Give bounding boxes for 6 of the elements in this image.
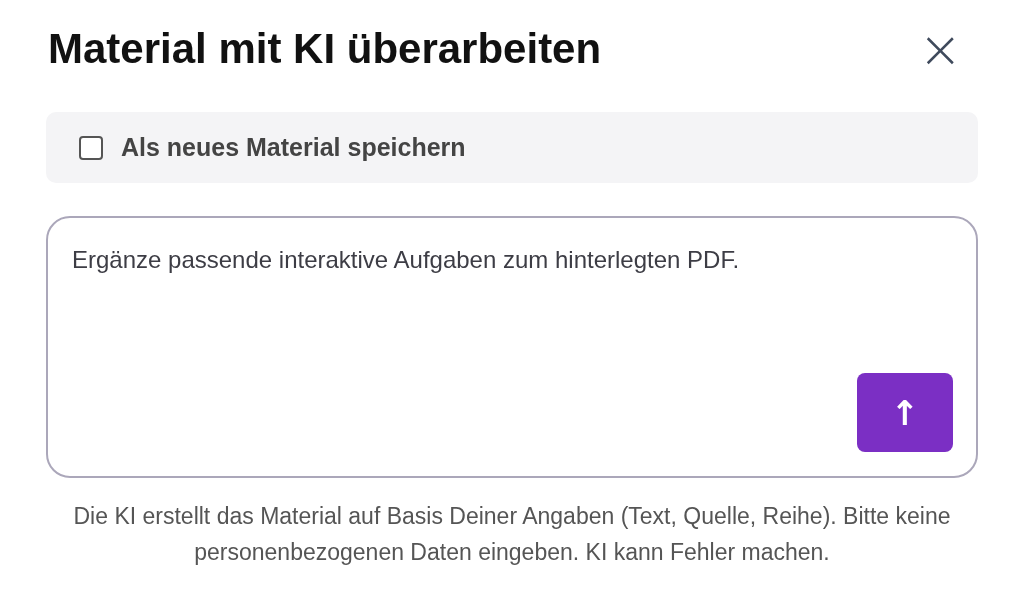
checkbox[interactable]	[79, 135, 103, 160]
disclaimer-text: Die KI erstellt das Material auf Basis Deiner Angaben (Text, Quelle, Reihe). Bitte keine personenbezogenen Daten eingeben. KI kann Fehler machen.	[72, 502, 952, 567]
send-button[interactable]: ↑	[857, 373, 953, 452]
checkbox-label[interactable]: Als neues Material speichern	[121, 133, 466, 162]
dialog-title: Material mit KI überarbeiten	[48, 25, 602, 73]
close-button[interactable]: ×	[914, 23, 966, 75]
